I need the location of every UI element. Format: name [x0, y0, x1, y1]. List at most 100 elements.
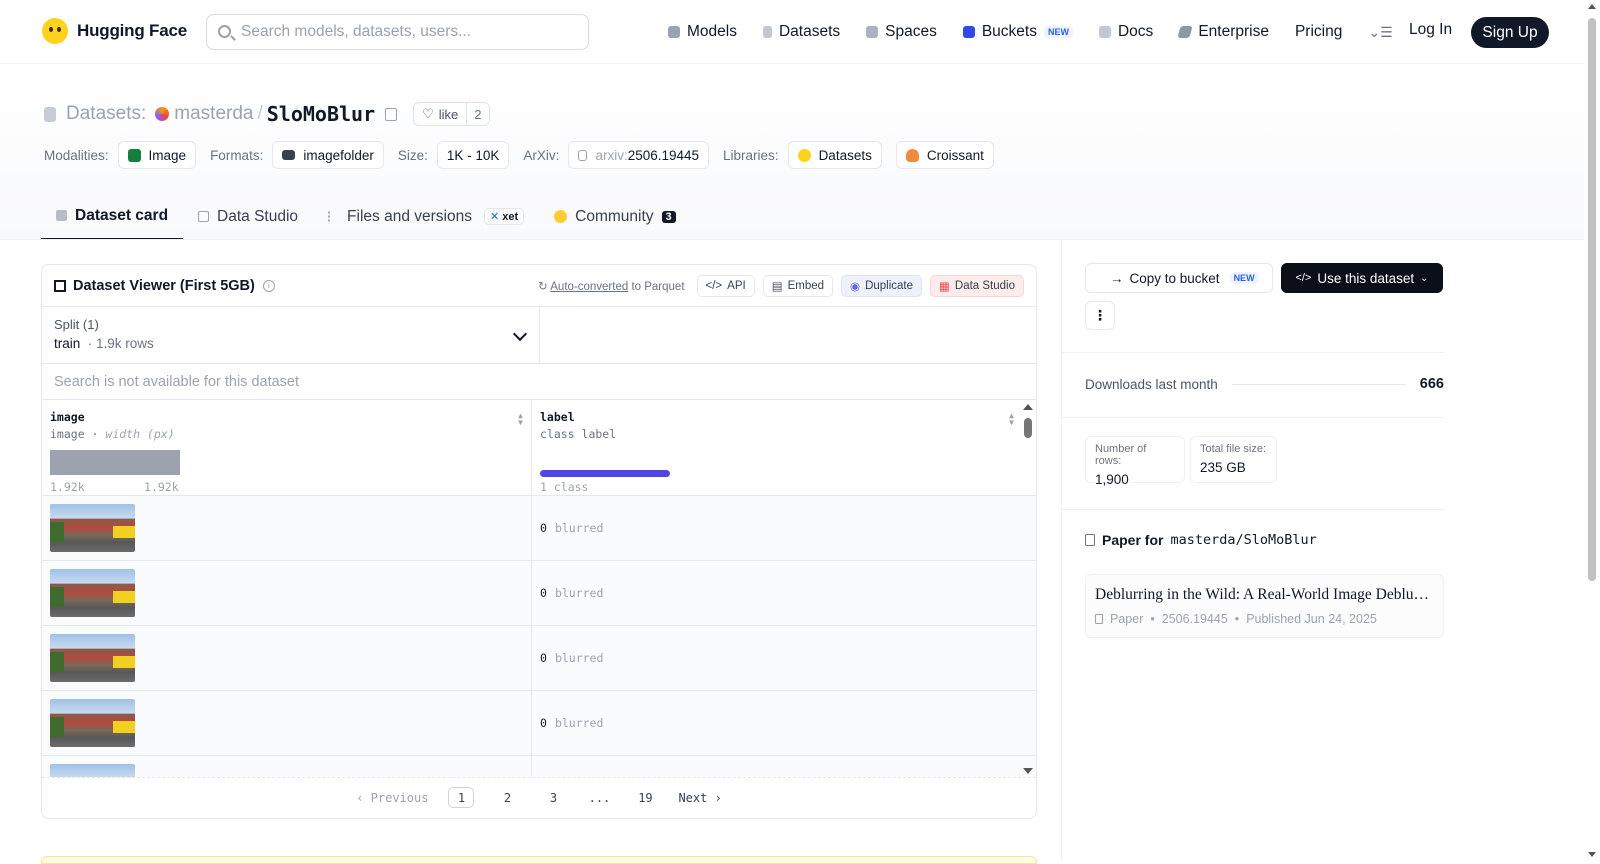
arxiv-prefix: arxiv: — [595, 147, 628, 163]
info-icon[interactable]: i — [262, 279, 275, 292]
format-chip[interactable]: imagefolder — [272, 141, 384, 169]
like-button[interactable]: ♡ like 2 — [413, 102, 490, 126]
image-thumbnail[interactable] — [50, 569, 135, 617]
formats-key: Formats: — [210, 147, 264, 163]
next-page-button[interactable]: Next › — [678, 791, 721, 805]
owner-avatar — [155, 107, 170, 121]
page-scrollbar[interactable] — [1584, 0, 1600, 861]
downloads-sparkline — [1231, 383, 1406, 385]
table-scrollbar[interactable] — [1023, 404, 1033, 774]
rows-label: Number of rows: — [1095, 443, 1147, 467]
tab-community-label: Community — [575, 207, 654, 225]
downloads-value: 666 — [1419, 376, 1444, 392]
rows-stat: Number of rows: 1,900 — [1085, 436, 1185, 487]
viewer-title: Dataset Viewer (First 5GB) — [73, 277, 255, 294]
paper-card[interactable]: Deblurring in the Wild: A Real-World Ima… — [1085, 574, 1444, 638]
previous-page-button[interactable]: ‹ Previous — [356, 791, 428, 805]
chevron-down-icon: ⌄ — [1420, 272, 1429, 284]
community-count: 3 — [661, 210, 676, 223]
xet-badge: ✕ xet — [483, 208, 525, 225]
nav-spaces[interactable]: Spaces — [866, 23, 937, 41]
data-studio-button[interactable]: ▦ Data Studio — [930, 274, 1024, 297]
paper-title[interactable]: Deblurring in the Wild: A Real-World Ima… — [1095, 586, 1434, 604]
table-row[interactable]: 0 blurred — [42, 626, 1036, 691]
scroll-down-icon[interactable] — [1588, 852, 1596, 857]
image-thumbnail[interactable] — [50, 634, 135, 682]
main-nav: Models Datasets Spaces Buckets NEW Docs E… — [668, 20, 1421, 44]
nav-enterprise[interactable]: Enterprise — [1177, 23, 1269, 41]
size-chip[interactable]: 1K - 10K — [436, 141, 510, 169]
to-parquet-label: to Parquet — [628, 280, 685, 293]
image-thumbnail[interactable] — [50, 504, 135, 552]
sort-icon[interactable]: ▲ ▼ — [1009, 412, 1014, 427]
copy-icon[interactable] — [385, 107, 398, 121]
label-cell: 0 blurred — [532, 691, 1022, 755]
search-placeholder: Search models, datasets, users... — [241, 23, 472, 40]
nav-pricing[interactable]: Pricing — [1295, 23, 1342, 41]
auto-converted-link[interactable]: Auto-converted — [550, 281, 628, 293]
tab-files-and-versions[interactable]: Files and versions ✕ xet — [313, 193, 539, 240]
image-cell — [42, 691, 532, 755]
image-thumbnail[interactable] — [50, 764, 135, 777]
table-icon — [198, 211, 210, 222]
embed-label: Embed — [787, 279, 825, 292]
tab-data-studio[interactable]: Data Studio — [183, 193, 313, 240]
table-row[interactable]: 0 blurred — [42, 496, 1036, 561]
image-thumbnail[interactable] — [50, 699, 135, 747]
library-chip-datasets[interactable]: Datasets — [787, 141, 882, 169]
scroll-thumb[interactable] — [1024, 418, 1032, 438]
repo-name[interactable]: SloMoBlur — [267, 102, 375, 126]
copy-to-bucket-button[interactable]: → Copy to bucket NEW — [1085, 263, 1273, 293]
nav-models[interactable]: Models — [668, 23, 737, 41]
dataset-icon — [44, 106, 56, 122]
paper-for-repo: masterda/SloMoBlur — [1170, 532, 1317, 548]
arxiv-chip[interactable]: arxiv:2506.19445 — [568, 141, 710, 169]
split-label: Split (1) — [54, 317, 99, 332]
nav-docs[interactable]: Docs — [1098, 23, 1153, 41]
new-badge: NEW — [1229, 272, 1259, 284]
nav-buckets[interactable]: Buckets NEW — [962, 23, 1073, 41]
label-value: 0 — [540, 586, 547, 600]
dataset-viewer: Dataset Viewer (First 5GB) i ↻ Auto-conv… — [41, 264, 1037, 819]
library-chip-croissant[interactable]: Croissant — [895, 141, 994, 169]
scroll-down-icon[interactable] — [1023, 768, 1033, 774]
paper-icon — [1095, 614, 1103, 624]
page-button-2[interactable]: 2 — [494, 787, 520, 808]
page-button-1[interactable]: 1 — [448, 787, 475, 808]
histogram-bar[interactable] — [50, 450, 180, 475]
tab-dataset-card[interactable]: Dataset card — [41, 193, 184, 240]
use-this-dataset-button[interactable]: </> Use this dataset ⌄ — [1281, 263, 1443, 293]
scroll-up-icon[interactable] — [1023, 404, 1033, 410]
search-input[interactable]: Search models, datasets, users... — [206, 14, 589, 50]
class-distribution-bar[interactable] — [540, 470, 670, 477]
repo-type-label[interactable]: Datasets: — [66, 103, 146, 125]
tab-community[interactable]: Community 3 — [539, 193, 691, 240]
column-header-image[interactable]: image image · width (px) ▲ ▼ 1.92k 1.92k — [42, 400, 532, 495]
duplicate-button[interactable]: ◉ Duplicate — [841, 274, 923, 297]
page-button-19[interactable]: 19 — [632, 787, 658, 808]
table-row[interactable]: 0 blurred — [42, 691, 1036, 756]
owner-link[interactable]: masterda — [174, 103, 253, 125]
modality-chip[interactable]: Image — [117, 141, 197, 169]
sort-icon[interactable]: ▲ ▼ — [518, 412, 523, 427]
scroll-up-icon[interactable] — [1588, 4, 1596, 9]
signup-button[interactable]: Sign Up — [1471, 17, 1549, 48]
paper-meta: Paper • 2506.19445 • Published Jun 24, 2… — [1095, 612, 1434, 626]
table-row-partial[interactable] — [42, 756, 1036, 777]
image-icon — [127, 148, 141, 162]
pagination: ‹ Previous 1 2 3 ... 19 Next › — [42, 777, 1036, 817]
more-menu-icon[interactable]: ⌄☰ — [1368, 24, 1392, 41]
embed-button[interactable]: ▤ Embed — [762, 274, 834, 297]
xet-badge-label: xet — [502, 211, 519, 223]
class-count: 1 class — [540, 480, 589, 494]
api-button[interactable]: </> API — [696, 274, 755, 297]
scroll-thumb[interactable] — [1588, 18, 1596, 581]
more-options-button[interactable]: ⋮ — [1085, 301, 1115, 330]
split-selector[interactable]: Split (1) train · 1.9k rows — [42, 307, 540, 363]
table-row[interactable]: 0 blurred — [42, 561, 1036, 626]
column-header-label[interactable]: label class label ▲ ▼ 1 class — [532, 400, 1022, 495]
nav-datasets[interactable]: Datasets — [762, 23, 840, 41]
page-button-3[interactable]: 3 — [540, 787, 566, 808]
login-link[interactable]: Log In — [1409, 21, 1452, 39]
brand-logo[interactable]: Hugging Face — [42, 18, 187, 44]
